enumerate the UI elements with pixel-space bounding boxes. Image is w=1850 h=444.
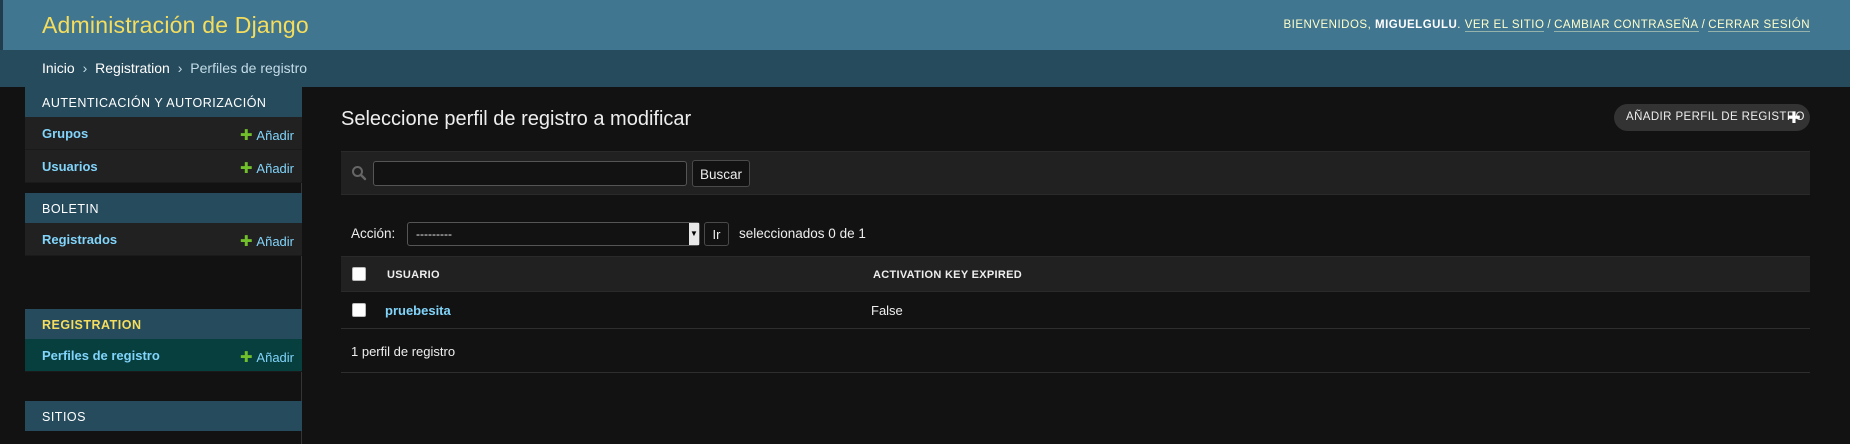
select-all-checkbox[interactable] <box>352 267 366 281</box>
module-boletin: Boletin Registrados ✚ Añadir <box>25 193 302 256</box>
module-auth: Autenticación y autorización Grupos ✚ Aña… <box>25 87 302 183</box>
add-grupos-link[interactable]: ✚ Añadir <box>240 126 294 144</box>
breadcrumb-current: Perfiles de registro <box>190 60 308 76</box>
add-perfiles-link[interactable]: ✚ Añadir <box>240 348 294 366</box>
plus-icon: ✚ <box>239 233 253 250</box>
activation-value: False <box>871 303 903 318</box>
header: Administración de Django Bienvenidos, MI… <box>0 0 1850 50</box>
page-title: Seleccione perfil de registro a modifica… <box>341 108 692 130</box>
action-counter: seleccionados 0 de 1 <box>739 226 866 241</box>
username: MIGUELGULU <box>1374 19 1458 31</box>
site-brand[interactable]: Administración de Django <box>42 12 309 39</box>
plus-icon: ✚ <box>239 127 253 144</box>
module-sitios: Sitios <box>25 401 302 431</box>
search-toolbar: Buscar <box>341 151 1810 195</box>
sidebar-item-label[interactable]: Grupos <box>42 126 88 141</box>
module-caption[interactable]: Autenticación y autorización <box>25 87 302 117</box>
sidebar-item-registrados: Registrados ✚ Añadir <box>25 223 302 256</box>
sidebar-item-label[interactable]: Perfiles de registro <box>42 348 160 363</box>
table-header: Usuario Activation key expired <box>341 256 1810 292</box>
sidebar-item-perfiles: Perfiles de registro ✚ Añadir <box>25 339 302 372</box>
table-row: pruebesita False <box>341 292 1810 329</box>
breadcrumb-home[interactable]: Inicio <box>42 60 75 76</box>
column-header-activation[interactable]: Activation key expired <box>873 269 1022 281</box>
action-label: Acción: <box>351 226 396 241</box>
plus-icon: ✚ <box>239 160 253 177</box>
chevron-down-icon: ▼ <box>689 223 699 245</box>
sidebar-item-grupos: Grupos ✚ Añadir <box>25 117 302 150</box>
search-button[interactable]: Buscar <box>692 160 750 187</box>
view-site-link[interactable]: Ver el sitio <box>1464 19 1545 32</box>
module-caption[interactable]: Sitios <box>25 401 302 431</box>
breadcrumb: Inicio › Registration › Perfiles de regi… <box>0 50 1850 87</box>
add-usuarios-link[interactable]: ✚ Añadir <box>240 159 294 177</box>
sidebar-item-label[interactable]: Usuarios <box>42 159 98 174</box>
search-icon <box>352 166 367 181</box>
search-input[interactable] <box>373 161 687 186</box>
add-registrados-link[interactable]: ✚ Añadir <box>240 232 294 250</box>
plus-icon: ✚ <box>239 349 253 366</box>
paginator: 1 perfil de registro <box>341 330 1810 373</box>
column-header-usuario[interactable]: Usuario <box>387 269 440 281</box>
row-checkbox[interactable] <box>352 303 366 317</box>
module-caption[interactable]: Registration <box>25 309 302 339</box>
sidebar-item-label[interactable]: Registrados <box>42 232 117 247</box>
nav-sidebar: Autenticación y autorización Grupos ✚ Aña… <box>0 87 302 444</box>
logout-link[interactable]: Cerrar sesión <box>1708 19 1810 32</box>
go-button[interactable]: Ir <box>704 222 729 246</box>
user-tools: Bienvenidos, MIGUELGULU. Ver el sitio / Ca… <box>1283 19 1810 32</box>
plus-icon: ✚ <box>1787 110 1801 127</box>
action-select[interactable]: --------- ▼ <box>407 222 700 246</box>
usuario-link[interactable]: pruebesita <box>385 303 451 318</box>
change-password-link[interactable]: Cambiar contraseña <box>1554 19 1699 32</box>
result-table: Usuario Activation key expired pruebesit… <box>341 256 1810 329</box>
breadcrumb-app[interactable]: Registration <box>95 60 170 76</box>
module-registration: Registration Perfiles de registro ✚ Añadi… <box>25 309 302 372</box>
add-perfil-button[interactable]: Añadir perfil de registro ✚ <box>1614 104 1810 131</box>
module-caption[interactable]: Boletin <box>25 193 302 223</box>
sidebar-item-usuarios: Usuarios ✚ Añadir <box>25 150 302 183</box>
action-select-value: --------- <box>416 227 452 241</box>
welcome-text: Bienvenidos, <box>1283 19 1372 31</box>
